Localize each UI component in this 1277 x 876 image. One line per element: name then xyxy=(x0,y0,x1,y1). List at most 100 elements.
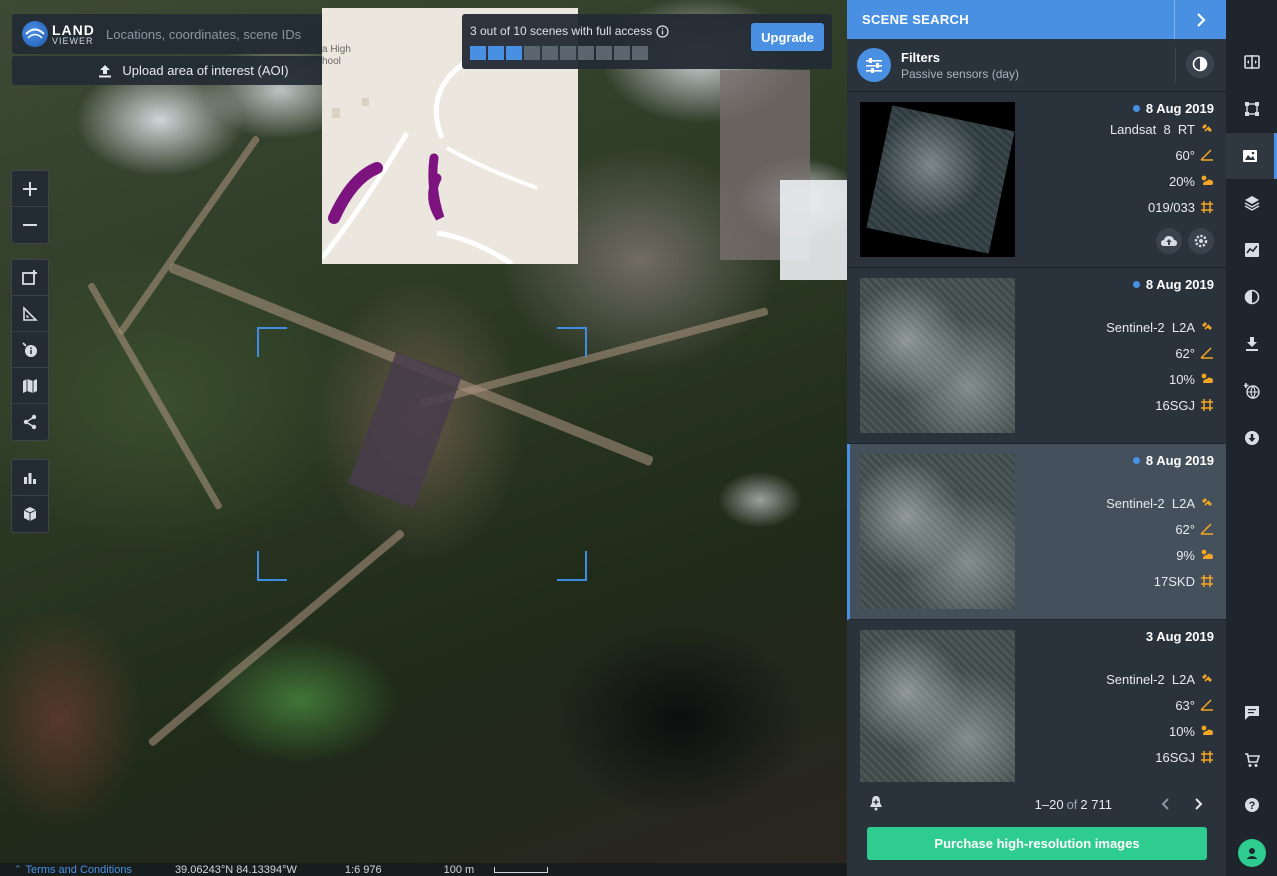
landviewer-logo[interactable]: LAND VIEWER xyxy=(12,14,100,54)
rail-download-button[interactable] xyxy=(1226,321,1277,367)
access-bar-segment xyxy=(470,46,486,60)
rail-chat-button[interactable] xyxy=(1226,690,1277,736)
draw-tools xyxy=(11,259,49,441)
tile-grid-icon xyxy=(1200,574,1214,588)
collapse-panel-button[interactable] xyxy=(1174,0,1226,39)
zoom-out-button[interactable] xyxy=(12,207,48,243)
pin-info-button[interactable] xyxy=(12,332,48,368)
scene-cloud: 9% xyxy=(1106,542,1214,568)
scenes-icon xyxy=(1243,150,1257,162)
user-icon xyxy=(1237,839,1266,867)
globe-icon xyxy=(22,21,48,47)
chart-icon xyxy=(1244,243,1259,257)
access-bar-segment xyxy=(560,46,576,60)
scene-list[interactable]: 8 Aug 2019 Landsat 8 RT 60° 20% 019/033 8 Aug… xyxy=(847,92,1226,782)
cloud-upload-icon xyxy=(1161,236,1177,246)
help-icon: ? xyxy=(1244,798,1259,812)
access-bar-segment xyxy=(596,46,612,60)
next-page-button[interactable] xyxy=(1188,794,1208,814)
scene-sensor: Landsat 8 RT xyxy=(1110,116,1214,142)
rail-user-button[interactable] xyxy=(1226,830,1277,876)
panel-title: SCENE SEARCH xyxy=(862,12,969,27)
map-button[interactable] xyxy=(12,368,48,404)
add-aoi-button[interactable] xyxy=(12,260,48,296)
rail-layers-button[interactable] xyxy=(1226,180,1277,226)
tile-grid-icon xyxy=(1200,750,1214,764)
scene-settings-button[interactable] xyxy=(1188,228,1214,254)
scale-bar xyxy=(494,866,549,873)
info-icon[interactable] xyxy=(656,24,669,38)
share-button[interactable] xyxy=(12,404,48,440)
subscribe-button[interactable] xyxy=(869,795,883,814)
map-road xyxy=(418,306,769,408)
scene-sensor: Sentinel-2 L2A xyxy=(1106,490,1214,516)
tile-grid-icon xyxy=(1200,398,1214,412)
prev-page-button[interactable] xyxy=(1156,794,1176,814)
cloud-icon xyxy=(1200,548,1214,562)
access-bar-segment xyxy=(506,46,522,60)
scene-tile: 16SGJ xyxy=(1106,392,1214,418)
chat-icon xyxy=(1244,706,1259,720)
scene-card[interactable]: 8 Aug 2019 Sentinel-2 L2A 62° 9% 17SKD xyxy=(847,444,1226,620)
minus-icon xyxy=(23,224,37,226)
cloud-icon xyxy=(1200,724,1214,738)
chevron-up-icon: ⌃ xyxy=(14,864,22,874)
upgrade-button[interactable]: Upgrade xyxy=(751,23,824,51)
scene-thumbnail[interactable] xyxy=(860,278,1015,433)
measure-button[interactable] xyxy=(12,296,48,332)
rail-help-button[interactable]: ? xyxy=(1226,782,1277,828)
map-building xyxy=(348,352,462,508)
tile-grid-icon xyxy=(1200,200,1214,214)
search-box: LAND VIEWER xyxy=(12,14,375,54)
scene-thumbnail[interactable] xyxy=(860,454,1015,609)
aoi-bracket-bottom-right xyxy=(557,551,587,581)
search-input[interactable] xyxy=(100,14,339,54)
logo-text-land: LAND xyxy=(52,21,95,38)
scene-card[interactable]: 8 Aug 2019 Sentinel-2 L2A 62° 10% 16SGJ xyxy=(847,268,1226,444)
day-night-toggle[interactable] xyxy=(1186,50,1214,78)
rail-compare-button[interactable] xyxy=(1226,39,1277,85)
upload-aoi-button[interactable]: Upload area of interest (AOI) xyxy=(12,56,375,85)
rail-globe-button[interactable] xyxy=(1226,368,1277,414)
filters-bar[interactable]: Filters Passive sensors (day) xyxy=(847,39,1226,92)
rail-contrast-button[interactable] xyxy=(1226,274,1277,320)
rail-aoi-button[interactable] xyxy=(1226,86,1277,132)
scene-thumbnail[interactable] xyxy=(860,102,1015,257)
scene-date: 3 Aug 2019 xyxy=(1145,628,1214,644)
chevron-right-icon xyxy=(1195,798,1203,810)
rail-cart-button[interactable] xyxy=(1226,737,1277,783)
sun-angle-icon xyxy=(1200,698,1214,712)
rail-download-circle-button[interactable] xyxy=(1226,415,1277,461)
sun-angle-icon xyxy=(1200,148,1214,162)
3d-view-button[interactable] xyxy=(12,496,48,532)
compare-icon xyxy=(1243,55,1260,69)
aoi-bracket-top-right xyxy=(557,327,587,357)
cube-icon xyxy=(23,507,37,521)
scene-tile: 019/033 xyxy=(1110,194,1214,220)
scene-card[interactable]: 3 Aug 2019 Sentinel-2 L2A 63° 10% 16SGJ xyxy=(847,620,1226,782)
satellite-icon xyxy=(1200,320,1214,334)
upload-aoi-label: Upload area of interest (AOI) xyxy=(122,63,289,78)
cloud-icon xyxy=(1200,174,1214,188)
zoom-in-button[interactable] xyxy=(12,171,48,207)
cloud-upload-button[interactable] xyxy=(1156,228,1182,254)
terms-link[interactable]: ⌃ Terms and Conditions xyxy=(14,864,132,876)
scene-thumbnail[interactable] xyxy=(860,630,1015,782)
new-scene-dot xyxy=(1132,104,1140,112)
map-road xyxy=(86,281,224,511)
chevron-left-icon xyxy=(1161,798,1169,810)
rail-chart-button[interactable] xyxy=(1226,227,1277,273)
map-icon xyxy=(23,378,37,393)
distance-readout: 100 m xyxy=(443,863,475,876)
scene-card[interactable]: 8 Aug 2019 Landsat 8 RT 60° 20% 019/033 xyxy=(847,92,1226,268)
purchase-high-res-button[interactable]: Purchase high-resolution images xyxy=(867,827,1207,860)
access-bar-segment xyxy=(524,46,540,60)
access-bar-segment xyxy=(488,46,504,60)
rail-scenes-button[interactable] xyxy=(1226,133,1277,179)
filters-icon xyxy=(857,48,891,82)
satellite-map[interactable]: LAND VIEWER Upload area of interest (AOI… xyxy=(0,0,847,876)
aoi-bracket-top-left xyxy=(257,327,287,357)
access-progress xyxy=(470,46,648,60)
statistics-button[interactable] xyxy=(12,460,48,496)
plus-icon xyxy=(23,181,37,196)
